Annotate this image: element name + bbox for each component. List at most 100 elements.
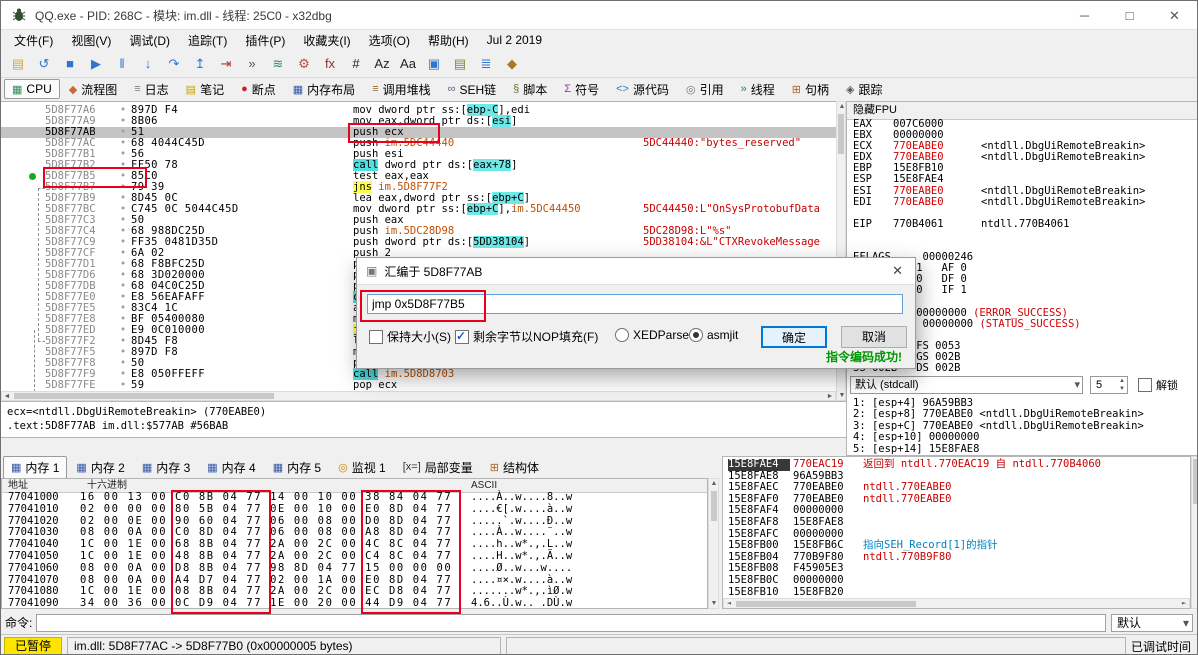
tab-memory-3[interactable]: ▦ 内存 3	[134, 456, 198, 479]
stack-row[interactable]: 15E8FAF8 15E8FAE8	[723, 516, 1190, 529]
command-input[interactable]	[36, 613, 1106, 632]
tab-handles[interactable]: ⊞ 句柄	[784, 78, 837, 101]
menu-item[interactable]: 追踪(T)	[179, 30, 236, 51]
asmjit-radio-circle[interactable]	[689, 328, 703, 342]
tab-call-stack[interactable]: ≡ 调用堆栈	[364, 78, 438, 101]
az-text-icon[interactable]: Az	[370, 54, 394, 74]
tab-locals[interactable]: [x=] 局部变量	[395, 456, 481, 479]
register-row[interactable]: EIP 770B4061 ntdll.770B4061	[847, 218, 1197, 230]
tab-log[interactable]: ≡ 日志	[126, 78, 176, 101]
tab-seh[interactable]: ∞ SEH链	[440, 78, 505, 101]
open-file-icon[interactable]: ▤	[6, 54, 30, 74]
menu-item[interactable]: 插件(P)	[236, 30, 294, 51]
memory-dump-panel[interactable]: 地址 十六进制 ASCII 77041000 16 00 13 00 C0 8B …	[1, 478, 708, 609]
minimize-button[interactable]: ─	[1062, 2, 1107, 29]
tab-symbols[interactable]: Σ 符号	[556, 78, 607, 101]
pause-icon[interactable]: ‖	[110, 54, 134, 74]
restart-icon[interactable]: ↺	[32, 54, 56, 74]
dump-row[interactable]: 77041010 02 00 00 00 80 5B 04 77 0E 00 10…	[2, 503, 707, 516]
asmjit-radio[interactable]: asmjit	[689, 328, 738, 342]
xedparse-radio-circle[interactable]	[615, 328, 629, 342]
favourites-icon[interactable]: ◆	[500, 54, 524, 74]
step-over-icon[interactable]: ↷	[162, 54, 186, 74]
dump-row[interactable]: 77041050 1C 00 1E 00 48 8B 04 77 2A 00 2C…	[2, 550, 707, 563]
menu-item[interactable]: 收藏夹(I)	[294, 30, 359, 51]
xedparse-radio[interactable]: XEDParse	[615, 328, 689, 342]
cancel-button[interactable]: 取消	[841, 326, 907, 348]
fx-icon[interactable]: fx	[318, 54, 342, 74]
nop-fill-checkbox-box[interactable]	[455, 329, 469, 344]
command-script-select[interactable]: 默认 ▾	[1111, 613, 1193, 632]
disasm-row[interactable]: 5D8F77AC • 68 4044C45D push im.5DC44440 5DC4…	[1, 138, 836, 149]
trace-into-icon[interactable]: ≋	[266, 54, 290, 74]
unlock-checkbox[interactable]: 解锁	[1138, 377, 1178, 393]
unlock-checkbox-box[interactable]	[1138, 378, 1152, 392]
stack-row[interactable]: 15E8FB10 15E8FB20	[723, 586, 1190, 599]
call-argument-row[interactable]: 5: [esp+14] 15E8FAE8	[847, 443, 1197, 455]
stop-icon[interactable]: ■	[58, 54, 82, 74]
menu-item[interactable]: 视图(V)	[62, 30, 120, 51]
calling-convention-select[interactable]: 默认 (stdcall) ▾	[850, 376, 1083, 394]
disasm-row[interactable]: 5D8F77BC • C745 0C 5044C45D mov dword ptr s…	[1, 203, 836, 215]
menu-item[interactable]: 帮助(H)	[419, 30, 478, 51]
tab-memory-5[interactable]: ▦ 内存 5	[265, 456, 329, 479]
execute-till-return-icon[interactable]: ↥	[188, 54, 212, 74]
tab-watch-1[interactable]: ◎ 监视 1	[330, 456, 394, 479]
menu-item[interactable]: 调试(D)	[120, 30, 179, 51]
breakpoint-dot[interactable]	[29, 173, 36, 180]
animate-into-icon[interactable]: »	[240, 54, 264, 74]
tab-cpu[interactable]: ▦ CPU	[4, 79, 60, 99]
keep-size-checkbox[interactable]: 保持大小(S)	[369, 328, 451, 345]
tab-threads[interactable]: » 线程	[733, 78, 783, 101]
register-row[interactable]: ESP 15E8FAE4	[847, 174, 1197, 185]
dump-row[interactable]: 77041090 34 00 36 00 0C D9 04 77 1E 00 20…	[2, 597, 707, 610]
notes-book-icon[interactable]: ▤	[448, 54, 472, 74]
disasm-row[interactable]: 5D8F77C9 • FF35 0481D35D push dword ptr ds:…	[1, 236, 836, 248]
tab-struct[interactable]: ⊞ 结构体	[482, 456, 547, 479]
settings-gear-icon[interactable]: ⚙	[292, 54, 316, 74]
menu-item[interactable]: 选项(O)	[360, 30, 419, 51]
cpu-monitor-icon[interactable]: ▣	[422, 54, 446, 74]
tab-source[interactable]: <> 源代码	[608, 78, 677, 101]
tab-memory-4[interactable]: ▦ 内存 4	[199, 456, 263, 479]
tab-memory-map[interactable]: ▦ 内存布局	[285, 78, 363, 101]
arg-count-stepper[interactable]: 5 ▲ ▼	[1090, 376, 1128, 394]
case-text-icon[interactable]: Aa	[396, 54, 420, 74]
nop-fill-checkbox[interactable]: 剩余字节以NOP填充(F)	[455, 328, 598, 345]
keep-size-checkbox-box[interactable]	[369, 329, 383, 344]
stack-row[interactable]: 15E8FB0C 00000000	[723, 574, 1190, 587]
register-row[interactable]	[847, 230, 1197, 241]
stack-vertical-scrollbar[interactable]	[1191, 456, 1197, 609]
register-row[interactable]: ESI 770EABE0 <ntdll.DbgUiRemoteBreakin>	[847, 185, 1197, 197]
menu-item[interactable]: Jul 2 2019	[478, 31, 551, 49]
tab-memory-1[interactable]: ▦ 内存 1	[3, 455, 68, 479]
assemble-instruction-input[interactable]	[367, 294, 903, 314]
log-lines-icon[interactable]: ≣	[474, 54, 498, 74]
tab-memory-2[interactable]: ▦ 内存 2	[68, 456, 132, 479]
disasm-row[interactable]: 5D8F77A9 • 8B06 mov eax,dword ptr ds:[esi]	[1, 115, 836, 127]
tab-references[interactable]: ◎ 引用	[678, 78, 732, 101]
call-argument-row[interactable]: 4: [esp+10] 00000000	[847, 431, 1197, 443]
tab-trace[interactable]: ◈ 跟踪	[838, 78, 890, 101]
stack-row[interactable]: 15E8FB00 15E8FB6C 指向SEH_Record[1]的指针	[723, 540, 1190, 552]
disasm-row[interactable]: 5D8F77F9 • E8 050FFEFF call im.5D8D8703	[1, 368, 836, 380]
menu-item[interactable]: 文件(F)	[5, 30, 62, 51]
dump-row[interactable]: 77041060 08 00 0A 00 D8 8B 04 77 98 8D 04…	[2, 562, 707, 575]
ok-button[interactable]: 确定	[761, 326, 827, 348]
disasm-horizontal-scrollbar[interactable]: ◄ ►	[1, 391, 836, 401]
stack-row[interactable]: 15E8FAE4 770EAC19 返回到 ntdll.770EAC19 自 ntd…	[723, 458, 1190, 471]
dump-vertical-scrollbar[interactable]: ▲ ▼	[708, 478, 719, 609]
strings-icon[interactable]: #	[344, 54, 368, 74]
maximize-button[interactable]: □	[1107, 2, 1152, 29]
register-row[interactable]: EDI 770EABE0 <ntdll.DbgUiRemoteBreakin>	[847, 196, 1197, 208]
tab-breakpoints[interactable]: ● 断点	[233, 78, 284, 101]
stack-horizontal-scrollbar[interactable]: ◄ ►	[723, 598, 1190, 608]
run-icon[interactable]: ▶	[84, 54, 108, 74]
disasm-row[interactable]: 5D8F77FE • 59 pop ecx	[1, 380, 836, 391]
stack-panel[interactable]: 15E8FAE4 770EAC19 返回到 ntdll.770EAC19 自 ntd…	[722, 456, 1191, 609]
tab-notes[interactable]: ▤ 笔记	[178, 78, 232, 101]
tab-script[interactable]: § 脚本	[505, 78, 555, 101]
dialog-close-icon[interactable]: ✕	[889, 263, 906, 279]
close-button[interactable]: ✕	[1152, 2, 1197, 29]
run-to-user-code-icon[interactable]: ⇥	[214, 54, 238, 74]
